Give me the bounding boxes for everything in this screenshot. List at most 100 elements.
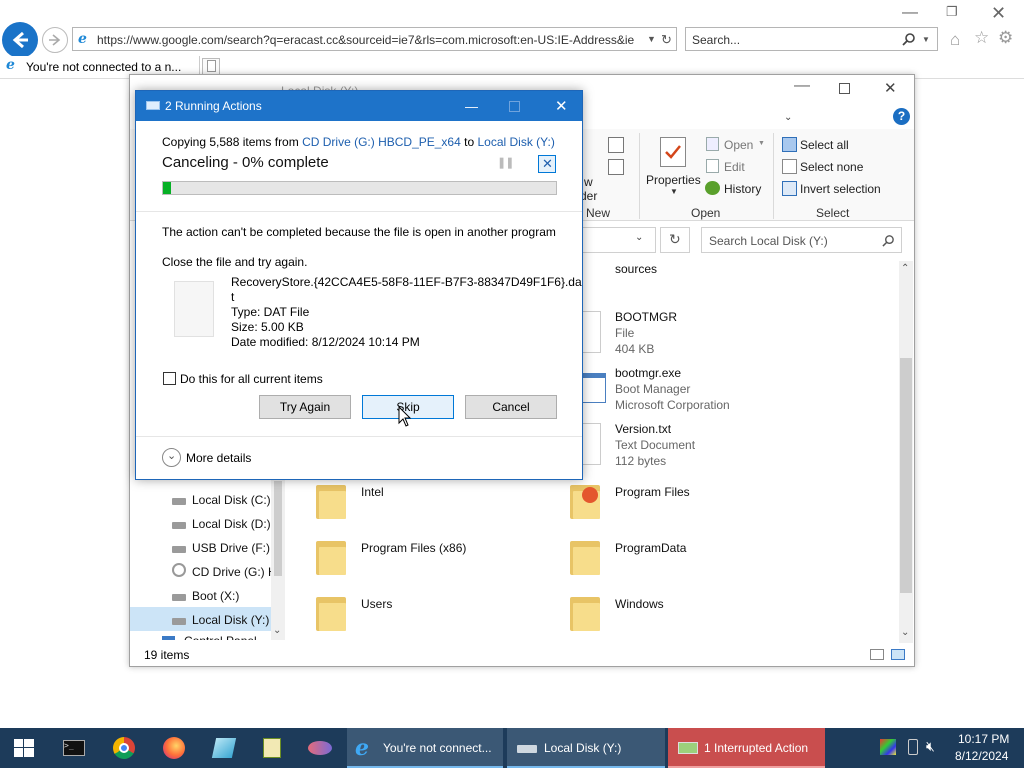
explorer-maximize-icon[interactable] <box>839 83 850 94</box>
folder-programdata[interactable]: ProgramData <box>615 541 686 555</box>
address-bar[interactable]: e https://www.google.com/search?q=eracas… <box>72 27 677 51</box>
file-bootmgr-name[interactable]: BOOTMGR <box>615 310 677 324</box>
details-view-icon[interactable] <box>870 649 884 660</box>
apply-all-label[interactable]: Do this for all current items <box>180 372 323 386</box>
address-history-dropdown-icon[interactable]: ⌄ <box>635 232 643 243</box>
invert-selection-icon <box>782 181 797 196</box>
taskbar-interrupted-action[interactable]: 1 Interrupted Action <box>668 728 825 768</box>
browser-restore-icon[interactable]: ❐ <box>946 4 958 20</box>
taskbar-chrome[interactable] <box>104 728 144 768</box>
browser-close-icon[interactable]: ✕ <box>991 3 1006 24</box>
back-button[interactable] <box>2 22 38 58</box>
taskbar-app5[interactable] <box>252 728 292 768</box>
browser-minimize-icon[interactable]: — <box>902 4 918 22</box>
clock-date[interactable]: 8/12/2024 <box>955 749 1008 763</box>
address-dropdown-icon[interactable]: ▼ <box>647 34 656 44</box>
search-dropdown-icon[interactable]: ▼ <box>922 35 930 44</box>
ribbon-collapse-icon[interactable]: ⌄ <box>784 112 792 123</box>
file-bootmgr-exe-company: Microsoft Corporation <box>615 398 730 412</box>
file-bootmgr-exe-name[interactable]: bootmgr.exe <box>615 366 681 380</box>
drive-icon <box>172 522 186 529</box>
taskbar-cmd[interactable]: >_ <box>54 728 94 768</box>
history-button[interactable]: History <box>724 182 761 196</box>
taskbar-ie-window[interactable]: e You're not connect... <box>347 728 503 768</box>
select-group-label: Select <box>816 206 850 220</box>
volume-muted-icon[interactable]: 🔇︎ <box>926 738 935 755</box>
refresh-icon[interactable]: ↻ <box>661 32 672 48</box>
dialog-close-icon[interactable]: ✕ <box>555 97 568 115</box>
properties-button[interactable]: Properties <box>646 173 701 187</box>
copy-status: Canceling - 0% complete <box>162 154 329 171</box>
scroll-down-icon[interactable]: ⌄ <box>901 627 909 638</box>
copy-source-link[interactable]: CD Drive (G:) HBCD_PE_x64 <box>302 135 461 149</box>
forward-arrow-icon <box>49 34 61 46</box>
try-again-button[interactable]: Try Again <box>259 395 351 419</box>
taskbar-app4[interactable] <box>204 728 244 768</box>
usb-tray-icon[interactable] <box>908 739 918 755</box>
nav-item-local-disk-d[interactable]: Local Disk (D:) <box>192 517 271 531</box>
nav-item-usb-drive-f[interactable]: USB Drive (F:) <box>192 541 270 555</box>
copy-path-icon[interactable] <box>608 137 624 153</box>
explorer-search-input[interactable]: Search Local Disk (Y:) <box>709 234 828 248</box>
browser-search-box[interactable]: Search... ▼ <box>685 27 938 51</box>
status-item-count: 19 items <box>144 648 190 662</box>
dialog-minimize-icon[interactable]: — <box>465 99 478 114</box>
nav-item-cd-drive-g[interactable]: CD Drive (G:) H <box>192 565 277 579</box>
edit-button[interactable]: Edit <box>724 160 745 174</box>
copy-progress-fill <box>163 182 171 194</box>
usb-drive-icon <box>172 546 186 553</box>
settings-gear-icon[interactable]: ⚙ <box>998 28 1013 48</box>
taskbar-explorer-label: Local Disk (Y:) <box>544 741 622 755</box>
more-details-link[interactable]: More details <box>186 451 251 465</box>
folder-windows[interactable]: Windows <box>615 597 664 611</box>
scroll-up-icon[interactable]: ⌃ <box>901 263 909 274</box>
taskbar-firefox[interactable] <box>154 728 194 768</box>
tray-color-app-icon[interactable] <box>880 739 896 755</box>
nav-item-control-panel[interactable]: Control Panel <box>184 634 257 640</box>
select-all-button[interactable]: Select all <box>800 138 849 152</box>
properties-dropdown-icon[interactable]: ▼ <box>670 187 678 196</box>
search-icon[interactable] <box>902 32 916 46</box>
large-icons-view-icon[interactable] <box>891 649 905 660</box>
explorer-refresh-button[interactable]: ↻ <box>660 227 690 253</box>
nav-item-boot-x[interactable]: Boot (X:) <box>192 589 239 603</box>
taskbar-interrupted-label: 1 Interrupted Action <box>704 741 809 755</box>
explorer-minimize-icon[interactable]: — <box>794 77 810 95</box>
nav-scroll-down-icon[interactable]: ⌄ <box>273 625 281 636</box>
nav-scrollbar[interactable]: ⌄ <box>271 475 285 640</box>
stop-button[interactable]: ✕ <box>538 155 556 173</box>
file-sources[interactable]: sources <box>615 262 657 276</box>
files-scrollbar-thumb[interactable] <box>900 358 912 593</box>
folder-intel[interactable]: Intel <box>361 485 384 499</box>
forward-button[interactable] <box>42 27 68 53</box>
folder-users[interactable]: Users <box>361 597 392 611</box>
start-button[interactable] <box>0 728 48 768</box>
open-button[interactable]: Open <box>724 138 753 152</box>
select-none-button[interactable]: Select none <box>800 160 863 174</box>
explorer-close-icon[interactable]: ✕ <box>884 79 897 97</box>
file-version-name[interactable]: Version.txt <box>615 422 671 436</box>
nav-item-local-disk-c[interactable]: Local Disk (C:) <box>192 493 271 507</box>
copy-dest-link[interactable]: Local Disk (Y:) <box>477 135 554 149</box>
apply-all-checkbox[interactable] <box>163 372 176 385</box>
browser-search-input[interactable]: Search... <box>692 33 740 47</box>
home-icon[interactable]: ⌂ <box>950 30 960 50</box>
favorites-icon[interactable]: ☆ <box>974 28 989 48</box>
clock-time[interactable]: 10:17 PM <box>958 732 1009 746</box>
cancel-button[interactable]: Cancel <box>465 395 557 419</box>
invert-selection-button[interactable]: Invert selection <box>800 182 881 196</box>
open-dropdown-icon[interactable]: ▼ <box>758 140 765 147</box>
explorer-search-box[interactable]: Search Local Disk (Y:) <box>701 227 902 253</box>
taskbar-app6[interactable] <box>300 728 340 768</box>
history-icon <box>705 181 720 195</box>
nav-item-local-disk-y[interactable]: Local Disk (Y:) <box>192 613 269 627</box>
taskbar-explorer-window[interactable]: Local Disk (Y:) <box>507 728 665 768</box>
paste-shortcut-icon[interactable] <box>608 159 624 175</box>
help-icon[interactable]: ? <box>893 108 910 125</box>
folder-program-files[interactable]: Program Files <box>615 485 690 499</box>
files-scrollbar[interactable]: ⌃ ⌄ <box>899 261 913 643</box>
folder-program-files-x86[interactable]: Program Files (x86) <box>361 541 466 555</box>
drive-icon <box>172 618 186 625</box>
more-details-toggle-icon[interactable]: ⌄ <box>162 448 181 467</box>
nav-scrollbar-thumb[interactable] <box>274 481 282 576</box>
